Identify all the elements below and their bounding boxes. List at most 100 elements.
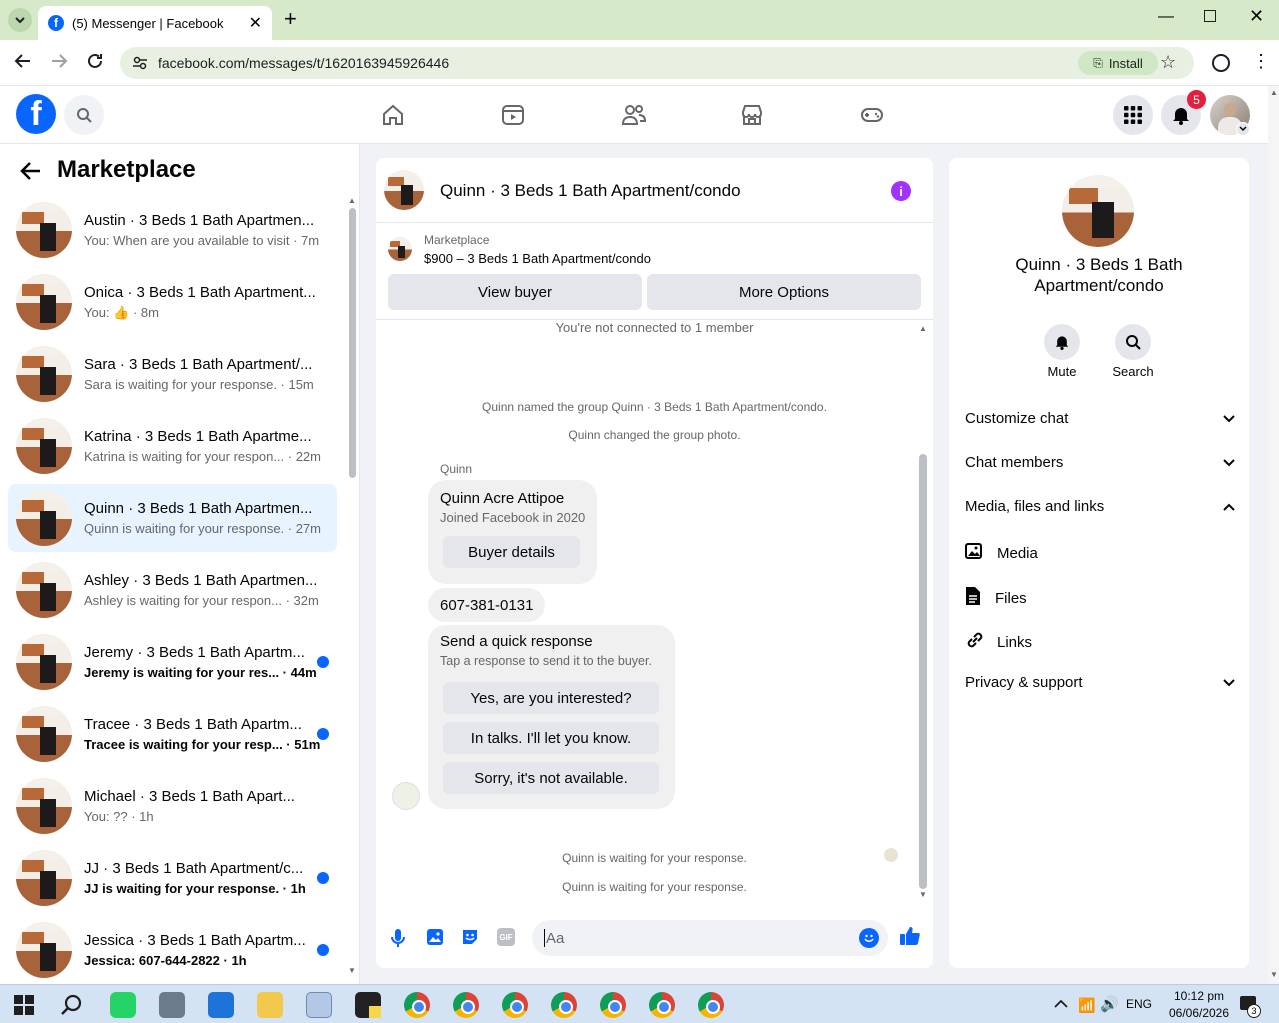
volume-icon[interactable]: 🔊: [1100, 995, 1119, 1013]
file-explorer-icon[interactable]: [257, 992, 283, 1018]
page-scroll-up[interactable]: ▲: [1270, 88, 1278, 97]
media-files-links-row[interactable]: Media, files and links: [965, 498, 1235, 515]
profile-icon[interactable]: [1212, 54, 1230, 72]
clock-time[interactable]: 10:12 pm: [1164, 989, 1234, 1003]
chrome-icon-5[interactable]: [600, 992, 626, 1018]
marketplace-icon[interactable]: [740, 103, 764, 132]
conversation-text: Katrina · 3 Beds 1 Bath Apartme... Katrin…: [84, 428, 324, 464]
fb-search-icon[interactable]: [64, 95, 104, 135]
media-row[interactable]: Media: [965, 542, 1235, 564]
quick-reply-in-talks[interactable]: In talks. I'll let you know.: [443, 722, 659, 754]
conversation-item[interactable]: Sara · 3 Beds 1 Bath Apartment/... Sara i…: [8, 340, 337, 408]
more-options-button[interactable]: More Options: [647, 274, 921, 310]
conversation-item[interactable]: Onica · 3 Beds 1 Bath Apartment... You: 👍…: [8, 268, 337, 336]
chat-avatar[interactable]: [384, 170, 424, 210]
reload-icon[interactable]: [86, 52, 104, 75]
chrome-icon-1[interactable]: [404, 992, 430, 1018]
chrome-icon-2[interactable]: [453, 992, 479, 1018]
chat-info-icon[interactable]: i: [891, 181, 911, 201]
chat-scrollbar-track[interactable]: ▲ ▼: [917, 324, 929, 899]
site-info-icon[interactable]: [132, 55, 148, 74]
home-icon[interactable]: [381, 103, 405, 132]
listing-thumbnail[interactable]: [388, 237, 412, 261]
chat-title[interactable]: Quinn · 3 Beds 1 Bath Apartment/condo: [440, 181, 741, 201]
video-icon[interactable]: [501, 103, 525, 132]
close-window-button[interactable]: ✕: [1249, 6, 1264, 27]
clock-date[interactable]: 06/06/2026: [1158, 1006, 1240, 1020]
remote-desktop-icon[interactable]: [208, 992, 234, 1018]
page-scroll-down[interactable]: ▼: [1270, 970, 1278, 979]
group-avatar-large[interactable]: [1062, 175, 1134, 247]
restore-button[interactable]: [1204, 10, 1216, 22]
left-scrollbar-track[interactable]: ▲ ▼: [347, 196, 357, 976]
browser-tab[interactable]: f (5) Messenger | Facebook ✕: [38, 6, 272, 40]
conversation-item[interactable]: Ashley · 3 Beds 1 Bath Apartmen... Ashley…: [8, 556, 337, 624]
privacy-support-row[interactable]: Privacy & support: [965, 674, 1235, 691]
bookmark-star-icon[interactable]: ☆: [1160, 52, 1176, 73]
links-row[interactable]: Links: [965, 630, 1235, 654]
browser-menu-icon[interactable]: ⋮: [1252, 52, 1270, 70]
chrome-icon-3[interactable]: [502, 992, 528, 1018]
buyer-details-button[interactable]: Buyer details: [443, 536, 580, 568]
chat-scroll-up-arrow[interactable]: ▲: [919, 324, 927, 333]
conversation-item[interactable]: Tracee · 3 Beds 1 Bath Apartm... Tracee i…: [8, 700, 337, 768]
sticker-icon[interactable]: [460, 927, 480, 952]
conversation-item[interactable]: Jessica · 3 Beds 1 Bath Apartm... Jessica…: [8, 916, 337, 984]
back-icon[interactable]: [14, 52, 32, 75]
files-row[interactable]: Files: [965, 586, 1235, 610]
conversation-item[interactable]: Quinn · 3 Beds 1 Bath Apartmen... Quinn i…: [8, 484, 337, 552]
conversation-item[interactable]: JJ · 3 Beds 1 Bath Apartment/c... JJ is w…: [8, 844, 337, 912]
conversation-item[interactable]: Austin · 3 Beds 1 Bath Apartmen... You: W…: [8, 196, 337, 264]
microphone-icon[interactable]: [390, 928, 406, 953]
emoji-icon[interactable]: [859, 928, 879, 948]
chrome-icon-7[interactable]: [698, 992, 724, 1018]
photos-app-icon[interactable]: [306, 992, 332, 1018]
chrome-icon-6[interactable]: [649, 992, 675, 1018]
chrome-icon-4[interactable]: [551, 992, 577, 1018]
url-bar[interactable]: facebook.com/messages/t/1620163945926446…: [120, 47, 1194, 79]
account-chevron-icon[interactable]: [1236, 122, 1250, 136]
conversation-item[interactable]: Michael · 3 Beds 1 Bath Apart... You: ?? …: [8, 772, 337, 840]
gif-icon[interactable]: GIF: [497, 928, 515, 946]
page-scrollbar[interactable]: ▲ ▼: [1268, 86, 1279, 984]
like-thumb-icon[interactable]: [899, 925, 921, 952]
message-input[interactable]: Aa: [532, 920, 888, 956]
windows-start-icon[interactable]: [14, 995, 34, 1015]
gaming-icon[interactable]: [860, 103, 884, 132]
menu-grid-icon[interactable]: [1113, 95, 1153, 135]
friends-icon[interactable]: [621, 103, 647, 132]
conversation-item[interactable]: Katrina · 3 Beds 1 Bath Apartme... Katrin…: [8, 412, 337, 480]
scroll-down-arrow[interactable]: ▼: [348, 966, 356, 975]
chat-scrollbar-thumb[interactable]: [919, 454, 927, 889]
customize-chat-row[interactable]: Customize chat: [965, 410, 1235, 427]
quick-reply-interested[interactable]: Yes, are you interested?: [443, 682, 659, 714]
tab-close-icon[interactable]: ✕: [249, 13, 262, 33]
mute-bell-icon[interactable]: [1044, 324, 1080, 360]
conversation-item[interactable]: Jeremy · 3 Beds 1 Bath Apartm... Jeremy i…: [8, 628, 337, 696]
photo-attach-icon[interactable]: [425, 927, 445, 952]
minimize-button[interactable]: —: [1158, 8, 1174, 26]
whatsapp-icon[interactable]: [110, 992, 136, 1018]
language-indicator[interactable]: ENG: [1126, 997, 1152, 1011]
calculator-icon[interactable]: [159, 992, 185, 1018]
view-buyer-button[interactable]: View buyer: [388, 274, 642, 310]
install-app-button[interactable]: ⎘ Install: [1078, 51, 1158, 75]
tab-list-chevron-icon[interactable]: [8, 8, 32, 32]
show-hidden-icons-chevron[interactable]: [1054, 996, 1068, 1014]
network-icon[interactable]: 📶: [1078, 997, 1095, 1014]
quick-reply-not-available[interactable]: Sorry, it's not available.: [443, 762, 659, 794]
chat-scroll-down-arrow[interactable]: ▼: [919, 890, 927, 899]
back-arrow-icon[interactable]: [20, 161, 42, 186]
forward-icon[interactable]: [50, 52, 68, 75]
group-photo-avatar[interactable]: [392, 782, 420, 810]
taskbar-search-icon[interactable]: [61, 994, 83, 1021]
search-icon[interactable]: [1115, 324, 1151, 360]
scroll-up-arrow[interactable]: ▲: [348, 196, 356, 205]
left-scrollbar-thumb[interactable]: [349, 208, 356, 478]
new-tab-button[interactable]: +: [284, 8, 297, 30]
sticky-notes-icon[interactable]: [355, 992, 381, 1018]
chat-members-row[interactable]: Chat members: [965, 454, 1235, 471]
listing-title[interactable]: $900 – 3 Beds 1 Bath Apartment/condo: [424, 251, 651, 266]
phone-bubble[interactable]: 607-381-0131: [428, 588, 545, 622]
facebook-logo-icon[interactable]: f: [16, 94, 56, 134]
